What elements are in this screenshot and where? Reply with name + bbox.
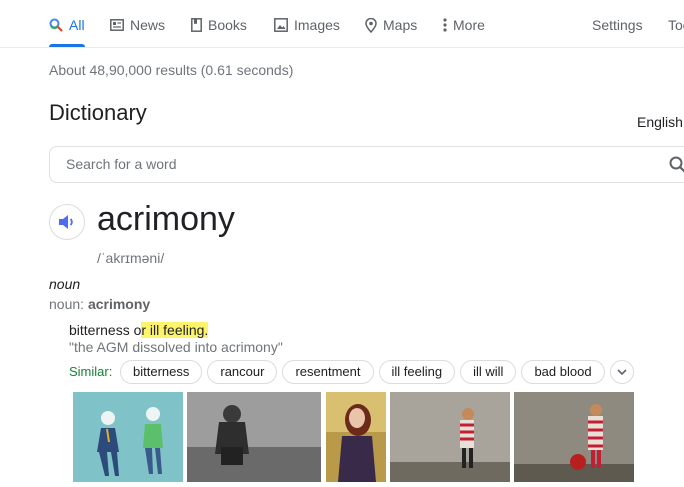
- definition: bitterness or ill feeling.: [69, 322, 209, 338]
- tab-books[interactable]: Books: [191, 15, 247, 35]
- active-tab-indicator: [49, 44, 85, 47]
- sad-person-photo[interactable]: [187, 392, 321, 482]
- noun-prefix: noun:: [49, 296, 88, 312]
- phonetic-transcription: /ˈakrɪməni/: [97, 250, 165, 266]
- tab-label: More: [453, 17, 485, 33]
- speaker-icon: [59, 215, 73, 229]
- expand-similar-button[interactable]: [609, 360, 634, 384]
- similar-words: bitterness rancour resentment ill feelin…: [120, 360, 634, 384]
- headword: acrimony: [97, 200, 235, 238]
- tab-news[interactable]: News: [110, 15, 165, 35]
- girl-with-ball-photo[interactable]: [514, 392, 634, 482]
- settings-link[interactable]: Settings: [592, 15, 643, 35]
- girl-by-wall-photo[interactable]: [390, 392, 510, 482]
- dictionary-title: Dictionary: [49, 100, 147, 125]
- result-stats: About 48,90,000 results (0.61 seconds): [49, 62, 294, 78]
- similar-chip[interactable]: rancour: [207, 360, 278, 384]
- dictionary-search-input[interactable]: [64, 155, 648, 173]
- similar-label: Similar:: [69, 364, 113, 379]
- tab-all[interactable]: All: [49, 15, 85, 35]
- search-icon[interactable]: [669, 156, 684, 174]
- book-icon: [191, 18, 202, 32]
- similar-chip[interactable]: bad blood: [521, 360, 605, 384]
- map-pin-icon: [365, 17, 377, 33]
- language-selector[interactable]: English: [637, 114, 683, 130]
- tab-maps[interactable]: Maps: [365, 15, 417, 35]
- similar-chip[interactable]: resentment: [282, 360, 374, 384]
- definition-highlight: r ill feeling.: [141, 322, 209, 338]
- search-icon: [49, 18, 63, 32]
- search-tabs-bar: All News Books Images Maps More Settings…: [0, 0, 684, 48]
- usage-example: "the AGM dissolved into acrimony": [69, 339, 283, 355]
- news-icon: [110, 19, 124, 31]
- pronunciation-button[interactable]: [49, 204, 85, 240]
- tab-label: News: [130, 17, 166, 33]
- similar-chip[interactable]: bitterness: [120, 360, 203, 384]
- noun-form-line: noun: acrimony: [49, 296, 150, 312]
- tab-images[interactable]: Images: [274, 15, 340, 35]
- tab-more[interactable]: More: [443, 15, 485, 35]
- dictionary-search-box: [49, 146, 684, 183]
- woman-photo[interactable]: [326, 392, 386, 482]
- image-icon: [274, 18, 288, 32]
- similar-chip[interactable]: ill feeling: [378, 360, 456, 384]
- tab-label: Images: [294, 17, 340, 33]
- definition-text: bitterness o: [69, 322, 142, 338]
- tab-label: All: [69, 17, 85, 33]
- noun-form-word: acrimony: [87, 296, 151, 312]
- tab-label: Maps: [383, 17, 418, 33]
- similar-chip[interactable]: ill will: [460, 360, 517, 384]
- chevron-down-icon: [616, 369, 627, 375]
- tab-label: Books: [208, 17, 247, 33]
- tools-link[interactable]: Tools: [668, 15, 684, 35]
- part-of-speech: noun: [49, 276, 81, 292]
- settings-label: Settings: [592, 17, 643, 33]
- more-vert-icon: [443, 18, 447, 32]
- illustration-image[interactable]: [73, 392, 183, 482]
- tools-label: Tools: [668, 17, 684, 33]
